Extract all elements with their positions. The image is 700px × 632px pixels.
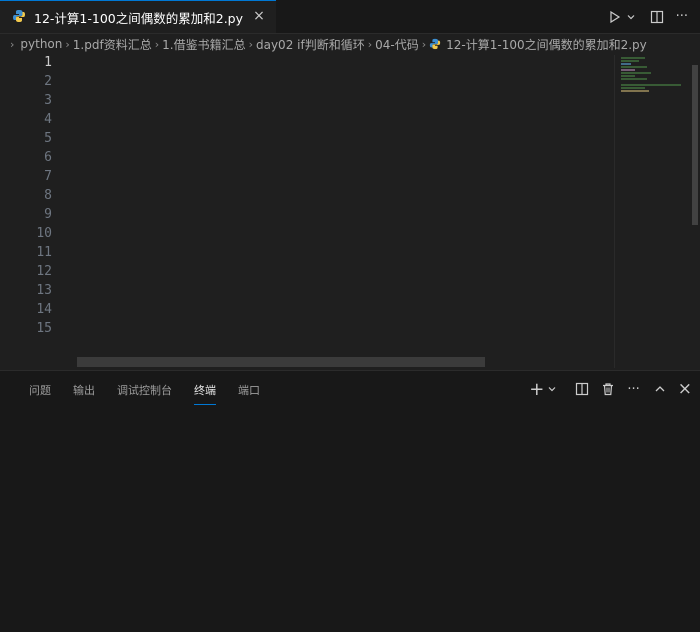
- chevron-right-icon: ›: [421, 37, 427, 51]
- line-number: 7: [44, 169, 52, 184]
- vertical-scrollbar-thumb[interactable]: [692, 65, 698, 225]
- more-actions-icon[interactable]: ···: [627, 382, 639, 397]
- chevron-right-icon: ›: [248, 37, 253, 51]
- chevron-down-icon[interactable]: [626, 12, 636, 22]
- close-icon[interactable]: ×: [250, 7, 268, 25]
- tab-terminal[interactable]: 终端: [194, 374, 216, 405]
- breadcrumb-item[interactable]: python: [20, 37, 62, 51]
- breadcrumb-item[interactable]: 04-代码: [375, 36, 419, 53]
- breadcrumb-item[interactable]: day02 if判断和循环: [256, 36, 365, 53]
- split-editor-icon[interactable]: [650, 10, 664, 24]
- close-icon[interactable]: ×: [678, 379, 692, 399]
- line-number: 14: [36, 302, 52, 317]
- line-number: 5: [44, 131, 52, 146]
- tab-title: 12-计算1-100之间偶数的累加和2.py: [34, 10, 243, 26]
- tab-output[interactable]: 输出: [73, 374, 95, 404]
- line-number: 12: [36, 264, 52, 279]
- line-number: 8: [44, 188, 52, 203]
- python-file-icon: [429, 38, 441, 50]
- chevron-right-icon: ›: [65, 37, 70, 51]
- minimap[interactable]: [614, 55, 687, 368]
- panel-actions: + ··· ×: [517, 371, 692, 407]
- tab-debug-console[interactable]: 调试控制台: [117, 374, 172, 404]
- line-number: 3: [44, 93, 52, 108]
- breadcrumb-item[interactable]: 1.借鉴书籍汇总: [162, 36, 245, 53]
- line-number: 4: [44, 112, 52, 127]
- bottom-panel: 问题 输出 调试控制台 终端 端口 + ··· ×: [0, 370, 700, 632]
- tab-ports[interactable]: 端口: [238, 374, 260, 404]
- run-icon[interactable]: [608, 10, 622, 24]
- line-number: 13: [36, 283, 52, 298]
- horizontal-scrollbar[interactable]: [77, 357, 485, 367]
- editor-tab[interactable]: 12-计算1-100之间偶数的累加和2.py ×: [0, 0, 276, 33]
- add-terminal-icon[interactable]: +: [529, 379, 544, 400]
- line-number: 9: [44, 207, 52, 222]
- editor-tab-bar: 12-计算1-100之间偶数的累加和2.py × ···: [0, 0, 700, 34]
- trash-icon[interactable]: [601, 382, 615, 396]
- chevron-right-icon: ›: [154, 37, 160, 51]
- line-number: 1: [44, 55, 52, 70]
- line-number: 2: [44, 74, 52, 89]
- chevron-up-icon[interactable]: [654, 383, 666, 395]
- chevron-right-icon: ›: [10, 37, 15, 51]
- line-number: 15: [36, 321, 52, 336]
- chevron-down-icon[interactable]: [547, 384, 557, 394]
- line-number: 6: [44, 150, 52, 165]
- breadcrumb-item[interactable]: 1.pdf资料汇总: [73, 36, 152, 53]
- breadcrumb: › python › 1.pdf资料汇总 › 1.借鉴书籍汇总 › day02 …: [0, 33, 700, 55]
- editor-actions: ···: [600, 0, 700, 33]
- code-editor[interactable]: 123456789101112131415 # 循环生成 1- 100 之间的数…: [0, 55, 700, 368]
- line-number: 10: [36, 226, 52, 241]
- more-actions-icon[interactable]: ···: [676, 9, 688, 24]
- tab-problems[interactable]: 问题: [29, 374, 51, 404]
- python-file-icon: [12, 8, 26, 27]
- line-number: 11: [36, 245, 52, 260]
- chevron-right-icon: ›: [367, 37, 373, 51]
- breadcrumb-file[interactable]: 12-计算1-100之间偶数的累加和2.py: [429, 36, 647, 53]
- panel-tabs: 问题 输出 调试控制台 终端 端口: [18, 371, 271, 407]
- breadcrumb-file-label: 12-计算1-100之间偶数的累加和2.py: [446, 37, 647, 52]
- split-terminal-icon[interactable]: [575, 382, 589, 396]
